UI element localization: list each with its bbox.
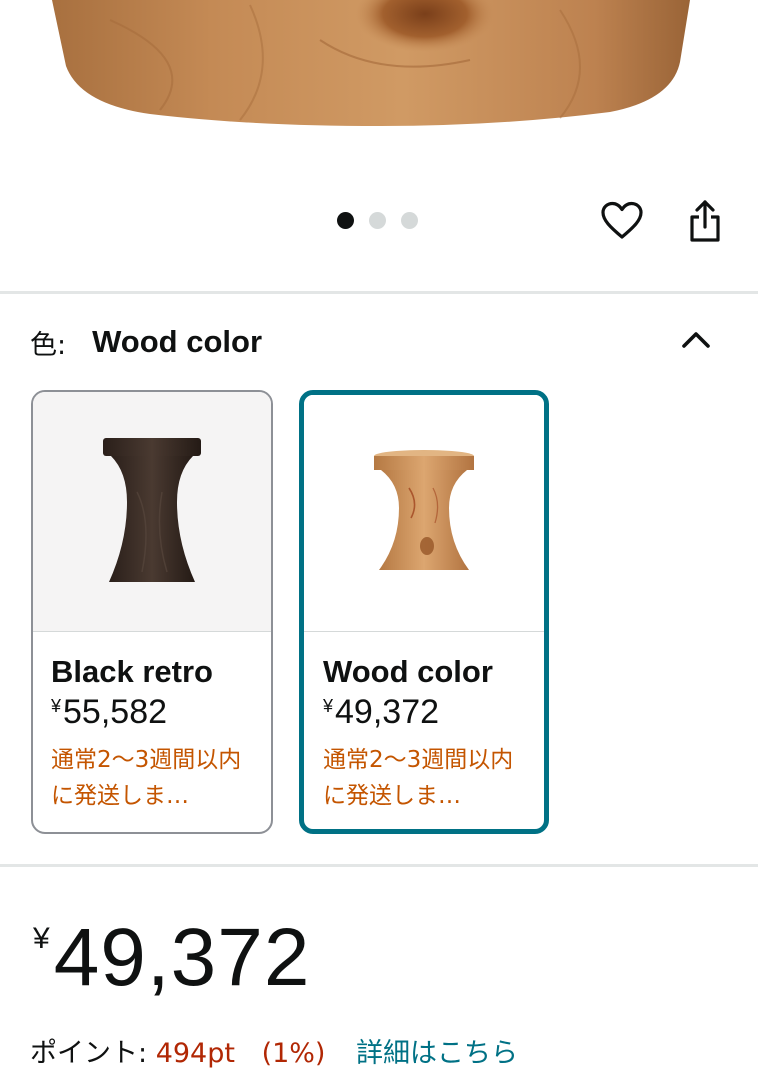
- color-option-price: ¥ 55,582: [51, 692, 271, 732]
- section-divider: [0, 864, 758, 867]
- currency-symbol: ¥: [51, 696, 62, 716]
- color-option-price-value: 49,372: [335, 693, 440, 731]
- color-option-wood-color[interactable]: Wood color ¥ 49,372 通常2～3週間以内に発送しま…: [299, 390, 549, 834]
- color-label: 色:: [30, 329, 67, 361]
- color-option-price-value: 55,582: [63, 693, 168, 731]
- points-info: ポイント: 494pt (1%) 詳細はこちら: [30, 1034, 518, 1074]
- color-option-black-retro[interactable]: Black retro ¥ 55,582 通常2～3週間以内に発送しま…: [31, 390, 273, 834]
- points-details-link[interactable]: 詳細はこちら: [356, 1038, 518, 1069]
- product-image-graphic: [52, 0, 690, 126]
- carousel-dot[interactable]: [337, 212, 354, 229]
- shipping-estimate: 通常2～3週間以内に発送しま…: [323, 747, 514, 809]
- collapse-button[interactable]: [676, 320, 716, 360]
- points-label: ポイント:: [30, 1038, 148, 1069]
- shipping-estimate: 通常2～3週間以内に発送しま…: [51, 747, 242, 809]
- product-image[interactable]: [0, 0, 758, 180]
- currency-symbol: ¥: [33, 922, 50, 955]
- currency-symbol: ¥: [323, 696, 334, 716]
- points-percent: (1%): [261, 1038, 326, 1069]
- section-divider: [0, 291, 758, 294]
- carousel-dot[interactable]: [401, 212, 418, 229]
- wishlist-button[interactable]: [599, 198, 645, 244]
- price-amount: 49,372: [53, 912, 311, 1003]
- product-price: ¥ 49,372: [33, 912, 311, 1004]
- stool-black-thumbnail: [103, 437, 201, 582]
- points-value: 494pt: [155, 1038, 235, 1069]
- carousel-dot[interactable]: [369, 212, 386, 229]
- heart-icon: [601, 201, 643, 239]
- color-option-price: ¥ 49,372: [323, 692, 544, 732]
- selected-color-value: Wood color: [92, 324, 263, 359]
- color-option-image: [304, 395, 544, 632]
- carousel-dots: [337, 212, 418, 229]
- color-option-name: Wood color: [323, 654, 493, 689]
- color-option-name: Black retro: [51, 654, 213, 689]
- share-icon: [690, 200, 720, 242]
- color-selector-header[interactable]: 色: Wood color: [30, 320, 728, 364]
- share-button[interactable]: [682, 198, 728, 244]
- color-option-image: [33, 392, 271, 632]
- stool-wood-thumbnail: [374, 450, 474, 570]
- chevron-up-icon: [682, 332, 710, 348]
